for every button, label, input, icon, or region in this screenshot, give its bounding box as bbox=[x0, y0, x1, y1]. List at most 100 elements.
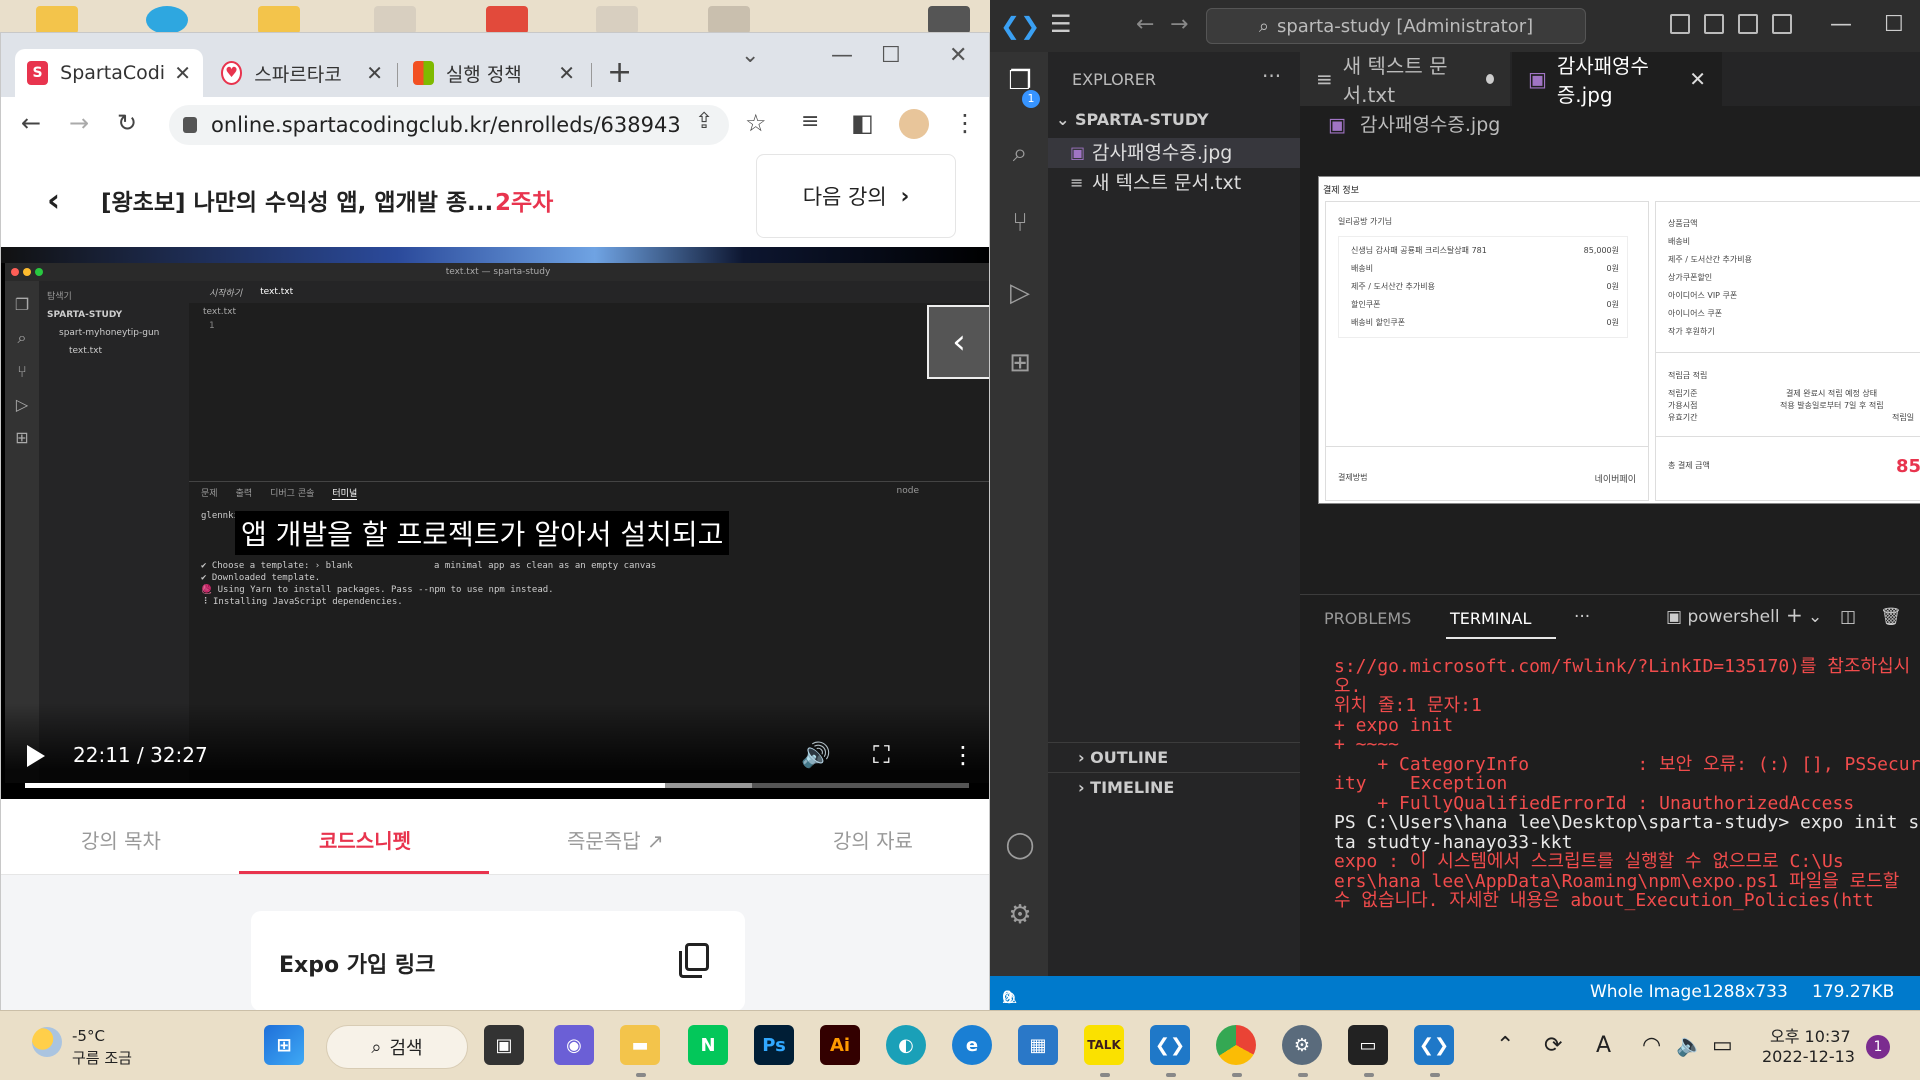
share-icon[interactable]: ⇪ bbox=[695, 109, 713, 134]
wifi-icon[interactable]: ◠ bbox=[1642, 1033, 1661, 1058]
volume-icon[interactable]: 🔊 bbox=[801, 741, 831, 769]
chevron-down-icon[interactable]: ⌄ bbox=[1808, 607, 1822, 627]
battery-icon[interactable]: ▭ bbox=[1712, 1033, 1733, 1058]
new-tab-plus-icon[interactable]: + bbox=[607, 55, 632, 90]
file-explorer-icon[interactable]: ▬ bbox=[620, 1025, 660, 1065]
play-icon[interactable] bbox=[27, 745, 45, 767]
image-file-icon[interactable] bbox=[928, 6, 970, 34]
chrome-menu-icon[interactable]: ⋮ bbox=[953, 109, 977, 137]
clock-time[interactable]: 오후 10:37 bbox=[1770, 1023, 1851, 1047]
file-item-jpg[interactable]: ▣ 감사패영수증.jpg bbox=[1048, 138, 1300, 168]
accounts-icon[interactable]: ◯ bbox=[1004, 830, 1036, 862]
tab-code-snippets[interactable]: 코드스니펫 bbox=[319, 825, 411, 854]
teams-chat-icon[interactable]: ◉ bbox=[554, 1025, 594, 1065]
browser-app-icon[interactable]: ◐ bbox=[886, 1025, 926, 1065]
edge-icon[interactable]: e bbox=[952, 1025, 992, 1065]
maximize-icon[interactable]: ☐ bbox=[881, 43, 901, 68]
maximize-icon[interactable]: ☐ bbox=[1884, 12, 1904, 37]
snippet-card[interactable]: Expo 가입 링크 bbox=[251, 911, 745, 1011]
terminal-shell-selector[interactable]: ▣ powershell bbox=[1666, 607, 1780, 627]
tray-chevron-up-icon[interactable]: ⌃ bbox=[1496, 1033, 1514, 1058]
chrome-tab-policy[interactable]: 실행 정책 ✕ bbox=[401, 49, 587, 97]
settings-gear-icon[interactable]: ⚙ bbox=[1004, 900, 1036, 932]
close-icon[interactable]: ✕ bbox=[366, 61, 383, 85]
terminal-output[interactable]: s://go.microsoft.com/fwlink/?LinkID=1351… bbox=[1334, 657, 1920, 977]
address-bar[interactable]: online.spartacodingclub.kr/enrolleds/638… bbox=[169, 105, 729, 145]
prev-slide-chevron-icon[interactable]: ‹ bbox=[927, 305, 989, 379]
minimize-icon[interactable]: — bbox=[831, 43, 853, 68]
new-terminal-plus-icon[interactable]: + bbox=[1786, 603, 1803, 627]
sync-icon[interactable]: ⟳ bbox=[1544, 1033, 1562, 1058]
task-view-icon[interactable]: ▣ bbox=[484, 1025, 524, 1065]
nav-forward-icon[interactable]: → bbox=[1170, 12, 1188, 37]
chrome-icon[interactable] bbox=[1216, 1025, 1256, 1065]
video-progress-bar[interactable] bbox=[25, 783, 969, 788]
editor-tab-jpg[interactable]: ▣ 감사패영수증.jpg ✕ bbox=[1512, 52, 1722, 107]
tab-qna[interactable]: 즉문즉답 ↗ bbox=[567, 825, 664, 854]
pdf-file-icon[interactable] bbox=[486, 6, 528, 34]
folder-icon[interactable] bbox=[258, 6, 300, 34]
command-center[interactable]: ⌕ sparta-study [Administrator] bbox=[1206, 8, 1586, 44]
weather-partly-cloudy-icon[interactable] bbox=[32, 1027, 62, 1057]
outline-section[interactable]: › OUTLINE bbox=[1048, 742, 1300, 772]
split-terminal-icon[interactable]: ◫ bbox=[1840, 607, 1856, 627]
terminal-icon[interactable]: ▭ bbox=[1348, 1025, 1388, 1065]
fullscreen-icon[interactable]: ⛶ bbox=[873, 741, 890, 769]
hamburger-menu-icon[interactable]: ☰ bbox=[1050, 10, 1072, 38]
folder-icon[interactable] bbox=[36, 6, 78, 34]
back-arrow-icon[interactable]: ← bbox=[21, 109, 41, 137]
notification-badge[interactable]: 1 bbox=[1866, 1035, 1890, 1059]
close-icon[interactable]: ✕ bbox=[1689, 67, 1706, 91]
chrome-tab-sparta[interactable]: S SpartaCodin ✕ bbox=[15, 49, 203, 97]
video-player[interactable]: text.txt — sparta-study ❐ ⌕ ⑂ ▷ ⊞ 탐색기 SP… bbox=[1, 247, 989, 799]
chrome-tab-sparta-2[interactable]: ♥ 스파르타코 ✕ bbox=[209, 49, 395, 97]
vscode-icon[interactable]: ❮❯ bbox=[1150, 1025, 1190, 1065]
file-item-txt[interactable]: ≡ 새 텍스트 문서.txt bbox=[1048, 168, 1300, 198]
tab-lecture-materials[interactable]: 강의 자료 bbox=[833, 825, 913, 854]
panel-tab-problems[interactable]: PROBLEMS bbox=[1324, 609, 1411, 628]
side-panel-icon[interactable]: ◧ bbox=[851, 109, 874, 137]
close-window-icon[interactable]: ✕ bbox=[949, 43, 967, 68]
photoshop-icon[interactable]: Ps bbox=[754, 1025, 794, 1065]
back-chevron-icon[interactable]: ‹ bbox=[47, 181, 60, 219]
toggle-sidebar-icon[interactable] bbox=[1670, 14, 1690, 34]
copy-icon[interactable] bbox=[679, 943, 709, 978]
edge-icon[interactable] bbox=[146, 6, 188, 34]
ime-icon[interactable]: A bbox=[1596, 1033, 1611, 1058]
volume-icon[interactable]: 🔈 bbox=[1676, 1033, 1703, 1058]
store-icon[interactable]: ▦ bbox=[1018, 1025, 1058, 1065]
nav-back-icon[interactable]: ← bbox=[1136, 12, 1154, 37]
image-zoom-status[interactable]: Whole Image bbox=[1590, 982, 1702, 1002]
bookmark-star-icon[interactable]: ☆ bbox=[745, 109, 767, 137]
reload-icon[interactable]: ↻ bbox=[117, 109, 137, 137]
kakaotalk-icon[interactable]: TALK bbox=[1084, 1025, 1124, 1065]
reading-list-icon[interactable]: ≡ bbox=[801, 109, 819, 134]
image-file-icon[interactable] bbox=[708, 6, 750, 34]
toggle-panel-icon[interactable] bbox=[1704, 14, 1724, 34]
more-actions-icon[interactable]: ··· bbox=[1262, 64, 1281, 88]
more-actions-icon[interactable]: ··· bbox=[1574, 607, 1590, 627]
more-options-icon[interactable]: ⋮ bbox=[951, 741, 975, 769]
close-icon[interactable]: ✕ bbox=[558, 61, 575, 85]
taskbar-search[interactable]: ⌕ 검색 bbox=[326, 1025, 468, 1069]
clock-date[interactable]: 2022-12-13 bbox=[1762, 1047, 1855, 1066]
panel-tab-terminal[interactable]: TERMINAL bbox=[1450, 609, 1531, 628]
tab-search-chevron-icon[interactable]: ⌄ bbox=[741, 43, 759, 68]
timeline-section[interactable]: › TIMELINE bbox=[1048, 772, 1300, 802]
minimize-icon[interactable]: — bbox=[1830, 12, 1852, 37]
breadcrumb[interactable]: ▣ 감사패영수증.jpg bbox=[1328, 110, 1500, 137]
next-lecture-button[interactable]: 다음 강의 › bbox=[756, 154, 956, 238]
forward-arrow-icon[interactable]: → bbox=[69, 109, 89, 137]
editor-tab-txt[interactable]: ≡ 새 텍스트 문서.txt bbox=[1300, 52, 1510, 107]
image-file-icon[interactable] bbox=[374, 6, 416, 34]
search-icon[interactable]: ⌕ bbox=[1004, 138, 1036, 170]
trash-icon[interactable]: 🗑 bbox=[1880, 607, 1902, 627]
extensions-icon[interactable]: ⊞ bbox=[1004, 348, 1036, 380]
illustrator-icon[interactable]: Ai bbox=[820, 1025, 860, 1065]
toggle-secondary-sidebar-icon[interactable] bbox=[1738, 14, 1758, 34]
source-control-icon[interactable]: ⑂ bbox=[1004, 208, 1036, 240]
windows-start-icon[interactable]: ⊞ bbox=[264, 1025, 304, 1065]
settings-gear-icon[interactable]: ⚙ bbox=[1282, 1025, 1322, 1065]
image-file-icon[interactable] bbox=[596, 6, 638, 34]
profile-avatar[interactable] bbox=[899, 109, 929, 139]
